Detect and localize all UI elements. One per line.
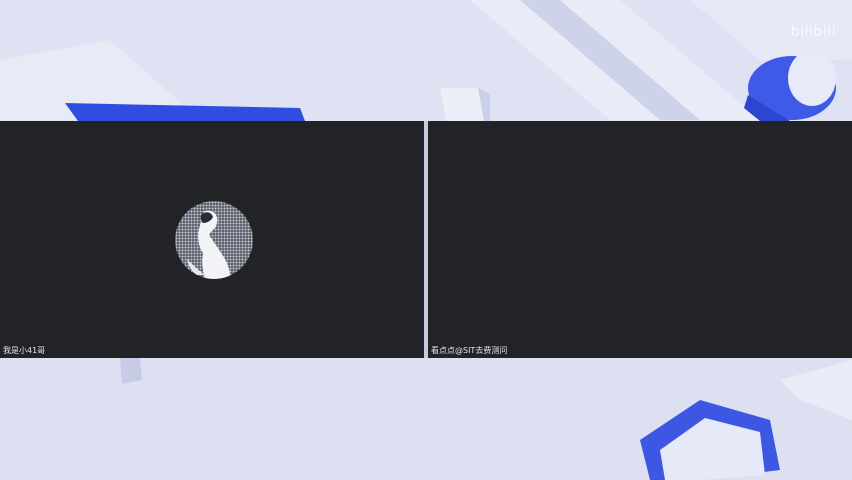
user-avatar-icon bbox=[175, 201, 253, 279]
bilibili-watermark: bilibili bbox=[790, 24, 836, 40]
participant-tile-2[interactable]: 看点点@SIT去费测问 bbox=[428, 121, 852, 358]
participant-name-label: 我是小41哥 bbox=[3, 346, 46, 355]
participant-name-label: 看点点@SIT去费测问 bbox=[431, 346, 508, 355]
cube-shape bbox=[440, 88, 484, 121]
participant-tile-1[interactable]: 我是小41哥 bbox=[0, 121, 424, 358]
